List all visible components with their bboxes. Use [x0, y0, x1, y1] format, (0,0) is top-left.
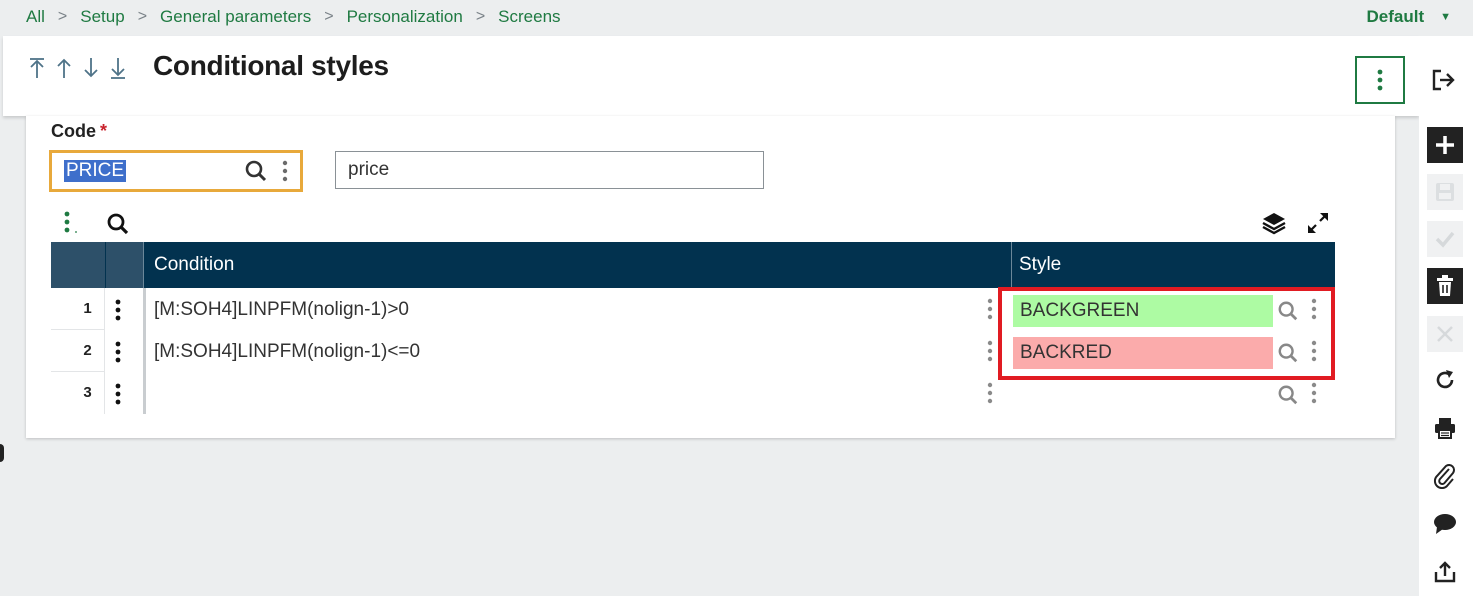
- save-button[interactable]: [1427, 174, 1463, 210]
- breadcrumb-screens[interactable]: Screens: [498, 7, 560, 27]
- cancel-icon: [1437, 326, 1453, 342]
- code-field-value[interactable]: PRICE: [64, 160, 127, 182]
- comment-button[interactable]: [1427, 506, 1463, 542]
- delete-icon: [1437, 275, 1453, 296]
- left-edge-handle: [0, 444, 4, 462]
- page-header: Conditional styles: [3, 36, 1419, 116]
- header-divider: [1011, 242, 1012, 288]
- header-divider: [143, 242, 144, 288]
- row-actions-icon[interactable]: [115, 383, 121, 405]
- header-rownum-cell: [51, 242, 105, 288]
- grid-actions-icon[interactable]: [63, 210, 79, 236]
- header-actions-cell: [106, 242, 143, 288]
- search-icon[interactable]: [1277, 384, 1299, 406]
- more-vertical-icon[interactable]: [987, 381, 993, 405]
- column-header-condition[interactable]: Condition: [154, 254, 234, 276]
- caret-down-icon: ▼: [1440, 11, 1451, 23]
- export-button[interactable]: [1427, 554, 1463, 590]
- code-label: Code *: [51, 121, 107, 142]
- row-actions-icon[interactable]: [115, 299, 121, 321]
- more-vertical-icon[interactable]: [1311, 381, 1317, 405]
- breadcrumb-general-parameters[interactable]: General parameters: [160, 7, 311, 27]
- column-divider: [143, 288, 146, 414]
- row-number: 3: [51, 372, 105, 414]
- delete-button[interactable]: [1427, 268, 1463, 304]
- right-toolbar: [1419, 36, 1473, 596]
- more-vertical-icon[interactable]: [987, 339, 993, 363]
- row-actions-icon[interactable]: [115, 341, 121, 363]
- expand-icon[interactable]: [1306, 211, 1330, 235]
- column-header-style[interactable]: Style: [1019, 254, 1061, 276]
- breadcrumb: All > Setup > General parameters > Perso…: [26, 7, 561, 27]
- previous-icon[interactable]: [56, 56, 72, 80]
- code-label-text: Code: [51, 121, 96, 141]
- chevron-right-icon: >: [324, 8, 334, 25]
- record-navigation: [29, 56, 126, 80]
- chevron-right-icon: >: [57, 8, 68, 25]
- chevron-right-icon: >: [137, 8, 148, 25]
- chevron-right-icon: >: [475, 8, 486, 25]
- row-number: 1: [51, 288, 105, 330]
- exit-icon[interactable]: [1431, 68, 1457, 92]
- refresh-icon: [1436, 370, 1454, 389]
- comment-icon: [1434, 514, 1456, 534]
- last-icon[interactable]: [110, 56, 126, 80]
- breadcrumb-setup[interactable]: Setup: [80, 7, 124, 27]
- search-icon[interactable]: [244, 159, 268, 183]
- attachment-button[interactable]: [1427, 458, 1463, 494]
- style-cell[interactable]: [1013, 379, 1273, 411]
- default-selector[interactable]: Default ▼: [1366, 7, 1451, 27]
- condition-cell[interactable]: [M:SOH4]LINPFM(nolign-1)>0: [154, 299, 409, 321]
- next-icon[interactable]: [83, 56, 99, 80]
- export-icon: [1434, 561, 1456, 583]
- default-selector-label: Default: [1366, 7, 1425, 26]
- condition-cell[interactable]: [M:SOH4]LINPFM(nolign-1)<=0: [154, 341, 420, 363]
- breadcrumb-personalization[interactable]: Personalization: [347, 7, 463, 27]
- highlight-annotation-box: [998, 287, 1335, 380]
- grid-header: Condition Style: [51, 242, 1335, 288]
- top-bar: All > Setup > General parameters > Perso…: [0, 0, 1473, 36]
- search-icon[interactable]: [106, 212, 130, 236]
- print-icon: [1435, 418, 1455, 439]
- add-button[interactable]: [1427, 127, 1463, 163]
- description-field-value[interactable]: price: [348, 159, 389, 181]
- description-field[interactable]: price: [335, 151, 764, 189]
- add-icon: [1436, 136, 1454, 154]
- ok-icon: [1435, 231, 1455, 248]
- layers-icon[interactable]: [1261, 211, 1287, 235]
- save-icon: [1436, 183, 1454, 201]
- required-mark: *: [100, 121, 108, 141]
- attachment-icon: [1433, 464, 1455, 489]
- ok-button[interactable]: [1427, 221, 1463, 257]
- form-card: Code * PRICE price Condition Style 1 [M:S…: [26, 116, 1395, 438]
- page-title: Conditional styles: [153, 50, 389, 81]
- more-vertical-icon: [1377, 69, 1383, 91]
- more-actions-button[interactable]: [1355, 56, 1405, 104]
- row-number: 2: [51, 330, 105, 372]
- print-button[interactable]: [1427, 410, 1463, 446]
- more-vertical-icon[interactable]: [987, 297, 993, 321]
- cancel-button[interactable]: [1427, 316, 1463, 352]
- code-field[interactable]: PRICE: [49, 150, 303, 192]
- first-icon[interactable]: [29, 56, 45, 80]
- more-vertical-icon[interactable]: [282, 159, 288, 183]
- refresh-button[interactable]: [1427, 362, 1463, 398]
- breadcrumb-all[interactable]: All: [26, 7, 45, 27]
